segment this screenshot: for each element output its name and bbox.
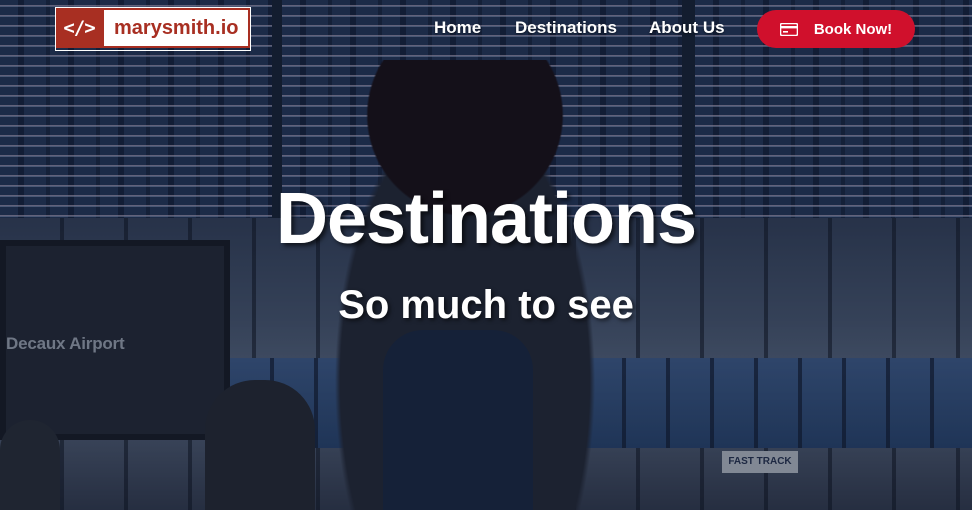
- site-logo[interactable]: </> marysmith.io: [55, 7, 252, 51]
- nav-link-home[interactable]: Home: [434, 18, 481, 38]
- book-now-label: Book Now!: [813, 20, 893, 38]
- nav-link-destinations[interactable]: Destinations: [515, 18, 617, 38]
- hero-title: Destinations: [275, 179, 697, 259]
- hero-subtitle: So much to see: [338, 283, 634, 327]
- nav-link-about-us[interactable]: About Us: [649, 18, 725, 38]
- code-brackets-icon: </>: [56, 8, 102, 48]
- credit-card-icon: [779, 22, 798, 36]
- book-now-button[interactable]: Book Now!: [757, 10, 915, 48]
- site-name: marysmith.io: [102, 8, 251, 48]
